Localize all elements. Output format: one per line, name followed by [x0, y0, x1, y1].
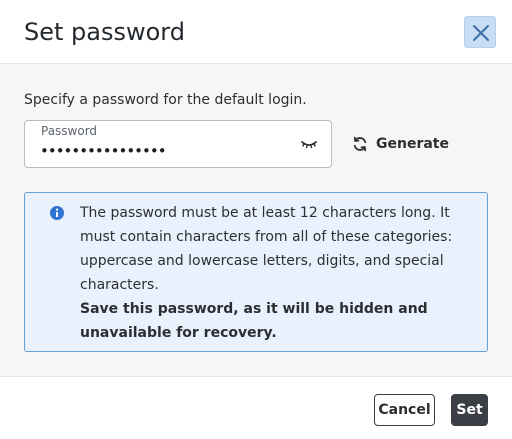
generate-label: Generate — [376, 136, 449, 152]
close-button[interactable] — [464, 16, 496, 48]
set-password-dialog: Set password Specify a password for the … — [0, 0, 512, 439]
dialog-header: Set password — [0, 0, 512, 64]
alert-warning: Save this password, as it will be hidden… — [80, 301, 428, 341]
dialog-title: Set password — [24, 18, 185, 46]
generate-button[interactable]: Generate — [344, 130, 452, 158]
dialog-footer: Cancel Set — [0, 376, 512, 439]
intro-text: Specify a password for the default login… — [24, 92, 307, 108]
dialog-body: Specify a password for the default login… — [0, 64, 512, 376]
password-label: Password — [41, 124, 98, 138]
close-icon — [473, 25, 489, 41]
show-password-toggle[interactable] — [297, 133, 321, 157]
refresh-icon — [353, 136, 367, 152]
alert-text: The password must be at least 12 charact… — [80, 201, 480, 345]
alert-requirements: The password must be at least 12 charact… — [80, 205, 453, 293]
password-field[interactable]: Password •••••••••••••••• — [24, 120, 332, 168]
cancel-button[interactable]: Cancel — [374, 394, 435, 426]
password-value[interactable]: •••••••••••••••• — [40, 139, 167, 163]
info-alert: The password must be at least 12 charact… — [24, 192, 488, 352]
eye-closed-icon — [301, 141, 317, 149]
info-icon — [50, 206, 64, 220]
set-button[interactable]: Set — [451, 394, 488, 426]
